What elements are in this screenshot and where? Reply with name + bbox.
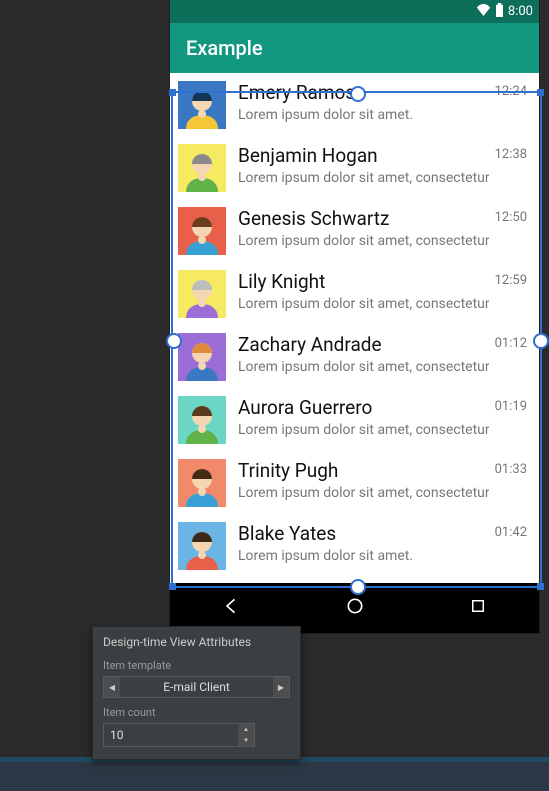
item-count-value: 10 (104, 724, 238, 746)
list-item[interactable]: Zachary Andrade Lorem ipsum dolor sit ame… (170, 325, 539, 388)
avatar (178, 144, 226, 192)
timestamp: 01:12 (489, 336, 527, 351)
message-preview: Lorem ipsum dolor sit amet. (238, 548, 489, 564)
message-preview: Lorem ipsum dolor sit amet. (238, 107, 489, 123)
item-template-selector[interactable]: ◀ E-mail Client ▶ (103, 676, 290, 698)
email-list[interactable]: Emery RamosLorem ipsum dolor sit amet.12… (170, 73, 539, 583)
count-up-button[interactable]: ▲ (238, 724, 254, 735)
app-title: Example (186, 36, 263, 60)
status-time: 8:00 (508, 4, 533, 19)
avatar (178, 270, 226, 318)
message-preview: Lorem ipsum dolor sit amet, consectetur (238, 233, 489, 249)
contact-name: Aurora Guerrero (238, 398, 489, 419)
ide-footer-stripe (0, 757, 549, 791)
timestamp: 12:24 (489, 84, 527, 99)
template-prev-button[interactable]: ◀ (104, 677, 120, 697)
list-item[interactable]: Lily Knight Lorem ipsum dolor sit amet, c… (170, 262, 539, 325)
item-template-label: Item template (103, 659, 290, 672)
template-next-button[interactable]: ▶ (273, 677, 289, 697)
avatar (178, 459, 226, 507)
template-value: E-mail Client (120, 677, 273, 697)
timestamp: 12:50 (489, 210, 527, 225)
timestamp: 01:42 (489, 525, 527, 540)
message-preview: Lorem ipsum dolor sit amet, consectetur. (238, 359, 489, 375)
nav-home-icon[interactable] (345, 596, 365, 620)
message-preview: Lorem ipsum dolor sit amet, consectetur (238, 485, 489, 501)
list-item[interactable]: Benjamin Hogan Lorem ipsum dolor sit amet… (170, 136, 539, 199)
avatar (178, 522, 226, 570)
popup-title: Design-time View Attributes (103, 635, 290, 649)
design-time-attributes-popup[interactable]: Design-time View Attributes Item templat… (92, 626, 301, 760)
list-item[interactable]: Trinity Pugh Lorem ipsum dolor sit amet, … (170, 451, 539, 514)
contact-name: Genesis Schwartz (238, 209, 489, 230)
avatar (178, 396, 226, 444)
battery-icon (495, 3, 504, 21)
message-preview: Lorem ipsum dolor sit amet, consectetur (238, 170, 489, 186)
app-bar: Example (170, 23, 539, 73)
message-preview: Lorem ipsum dolor sit amet, consectetur (238, 296, 489, 312)
avatar (178, 81, 226, 129)
avatar (178, 207, 226, 255)
timestamp: 12:59 (489, 273, 527, 288)
wifi-icon (476, 4, 491, 20)
contact-name: Blake Yates (238, 524, 489, 545)
device-frame: 8:00 Example Emery Ramos Lorem ipsum dolo… (170, 0, 539, 633)
contact-name: Benjamin Hogan (238, 146, 489, 167)
list-item[interactable]: Emery Ramos Lorem ipsum dolor sit amet.12… (170, 73, 539, 136)
contact-name: Trinity Pugh (238, 461, 489, 482)
contact-name: Emery Ramos (238, 83, 489, 104)
list-item[interactable]: Genesis Schwartz Lorem ipsum dolor sit am… (170, 199, 539, 262)
item-count-input[interactable]: 10 ▲ ▼ (103, 723, 255, 747)
message-preview: Lorem ipsum dolor sit amet, consectetur (238, 422, 489, 438)
timestamp: 01:19 (489, 399, 527, 414)
list-item[interactable]: Blake Yates Lorem ipsum dolor sit amet.01… (170, 514, 539, 577)
nav-back-icon[interactable] (222, 596, 242, 620)
contact-name: Lily Knight (238, 272, 489, 293)
list-item[interactable]: Aurora Guerrero Lorem ipsum dolor sit ame… (170, 388, 539, 451)
item-count-label: Item count (103, 706, 290, 719)
timestamp: 01:33 (489, 462, 527, 477)
status-bar: 8:00 (170, 0, 539, 23)
timestamp: 12:38 (489, 147, 527, 162)
count-down-button[interactable]: ▼ (238, 735, 254, 746)
avatar (178, 333, 226, 381)
contact-name: Zachary Andrade (238, 335, 489, 356)
nav-recent-icon[interactable] (469, 597, 487, 619)
